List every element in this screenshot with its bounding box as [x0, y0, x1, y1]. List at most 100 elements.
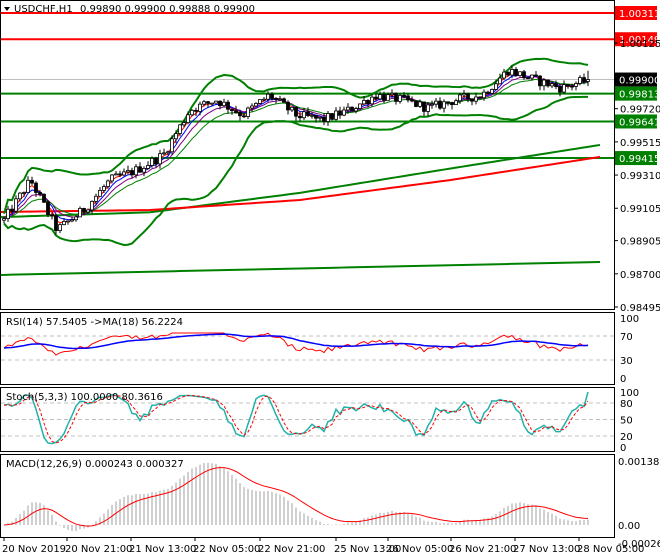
- candle[interactable]: [342, 106, 346, 117]
- candle[interactable]: [426, 102, 430, 117]
- candle[interactable]: [586, 70, 590, 87]
- candle[interactable]: [214, 100, 218, 104]
- time-tick-label: 21 Nov 13:00: [129, 544, 196, 555]
- candle[interactable]: [506, 71, 510, 77]
- candle[interactable]: [246, 106, 250, 120]
- candle[interactable]: [6, 205, 10, 222]
- candle[interactable]: [54, 213, 58, 235]
- chart-window[interactable]: 1.003111.001491.001250.997200.995150.993…: [0, 0, 660, 560]
- candle[interactable]: [114, 170, 118, 176]
- candle[interactable]: [130, 167, 134, 179]
- candle[interactable]: [258, 99, 262, 105]
- stoch-label: Stoch(5,3,3) 100.0000 80.3616: [6, 392, 163, 403]
- candle[interactable]: [198, 101, 202, 116]
- candle[interactable]: [162, 148, 166, 156]
- stoch-tick-label: 80: [620, 399, 633, 410]
- candle[interactable]: [406, 93, 410, 103]
- candle[interactable]: [438, 97, 442, 110]
- time-tick-label: 28 Nov 05:00: [577, 544, 644, 555]
- candle[interactable]: [478, 96, 482, 99]
- candle[interactable]: [442, 99, 446, 113]
- support-price-label: 0.99415: [619, 154, 660, 165]
- candle[interactable]: [454, 98, 458, 106]
- candle[interactable]: [254, 102, 258, 107]
- rsi-tick-label: 70: [620, 332, 633, 343]
- support-price-label: 0.99641: [619, 117, 660, 128]
- macd-label: MACD(12,26,9) 0.000243 0.000327: [6, 459, 184, 470]
- ma-long-red-line: [0, 155, 601, 213]
- time-tick-label: 22 Nov 21:00: [258, 544, 325, 555]
- candle[interactable]: [122, 168, 126, 177]
- time-tick-label: 26 Nov 05:00: [386, 544, 453, 555]
- rsi-panel[interactable]: [1, 332, 614, 361]
- candle[interactable]: [26, 176, 30, 194]
- candle[interactable]: [170, 135, 174, 156]
- candle[interactable]: [522, 69, 526, 80]
- candle[interactable]: [146, 161, 150, 170]
- time-tick-label: 20 Nov 21:00: [65, 544, 132, 555]
- candle[interactable]: [422, 101, 426, 117]
- candle[interactable]: [534, 71, 538, 78]
- collapse-triangle-icon[interactable]: [4, 7, 10, 11]
- candle[interactable]: [102, 184, 106, 193]
- candle[interactable]: [430, 100, 434, 109]
- price-tick-label: 0.99310: [620, 171, 660, 182]
- candle[interactable]: [138, 162, 142, 173]
- price-tick-label: 0.98700: [620, 270, 660, 281]
- candle[interactable]: [394, 92, 398, 105]
- candle[interactable]: [286, 100, 290, 115]
- candle[interactable]: [334, 107, 338, 121]
- candle[interactable]: [514, 67, 518, 77]
- candle[interactable]: [434, 97, 438, 108]
- candle[interactable]: [290, 106, 294, 112]
- candle[interactable]: [398, 93, 402, 104]
- candle[interactable]: [294, 106, 298, 121]
- candle[interactable]: [226, 99, 230, 114]
- candle[interactable]: [58, 223, 62, 234]
- candle[interactable]: [566, 83, 570, 89]
- candle[interactable]: [142, 166, 146, 177]
- candle[interactable]: [42, 193, 46, 204]
- candle[interactable]: [562, 80, 566, 94]
- candle[interactable]: [46, 200, 50, 218]
- time-tick-label: 22 Nov 05:00: [193, 544, 260, 555]
- candle[interactable]: [154, 156, 158, 168]
- candle[interactable]: [414, 100, 418, 108]
- candle[interactable]: [538, 75, 542, 91]
- candle[interactable]: [14, 195, 18, 213]
- candle[interactable]: [30, 176, 34, 185]
- rsi-tick-label: 100: [620, 314, 639, 325]
- candle[interactable]: [66, 220, 70, 225]
- candle[interactable]: [470, 98, 474, 106]
- candle[interactable]: [502, 68, 506, 81]
- ema-5-line: [3, 73, 589, 221]
- candle[interactable]: [230, 108, 234, 115]
- candle[interactable]: [526, 77, 530, 80]
- candle[interactable]: [222, 98, 226, 108]
- candle[interactable]: [202, 100, 206, 107]
- current-price-label: 0.99900: [619, 76, 660, 87]
- ohlc-readout: 0.99890 0.99900 0.99888 0.99900: [80, 4, 255, 15]
- price-panel[interactable]: [0, 12, 614, 276]
- time-tick-label: 20 Nov 2019: [2, 544, 66, 555]
- stoch-tick-label: 0: [620, 443, 626, 454]
- candle[interactable]: [490, 88, 494, 94]
- candle[interactable]: [542, 78, 546, 91]
- candle[interactable]: [518, 71, 522, 77]
- candle[interactable]: [578, 75, 582, 86]
- ema-13-line: [3, 78, 589, 220]
- candle[interactable]: [78, 206, 82, 218]
- stoch-tick-label: 20: [620, 432, 633, 443]
- candle[interactable]: [574, 81, 578, 91]
- candle[interactable]: [282, 97, 286, 103]
- candle[interactable]: [330, 112, 334, 121]
- candle[interactable]: [546, 79, 550, 88]
- candle[interactable]: [326, 111, 330, 126]
- candle[interactable]: [450, 101, 454, 110]
- candle[interactable]: [338, 106, 342, 119]
- candle[interactable]: [462, 89, 466, 99]
- rsi-tick-label: 30: [620, 356, 633, 367]
- macd-panel[interactable]: [3, 462, 589, 532]
- candle[interactable]: [350, 106, 354, 112]
- candle[interactable]: [98, 187, 102, 197]
